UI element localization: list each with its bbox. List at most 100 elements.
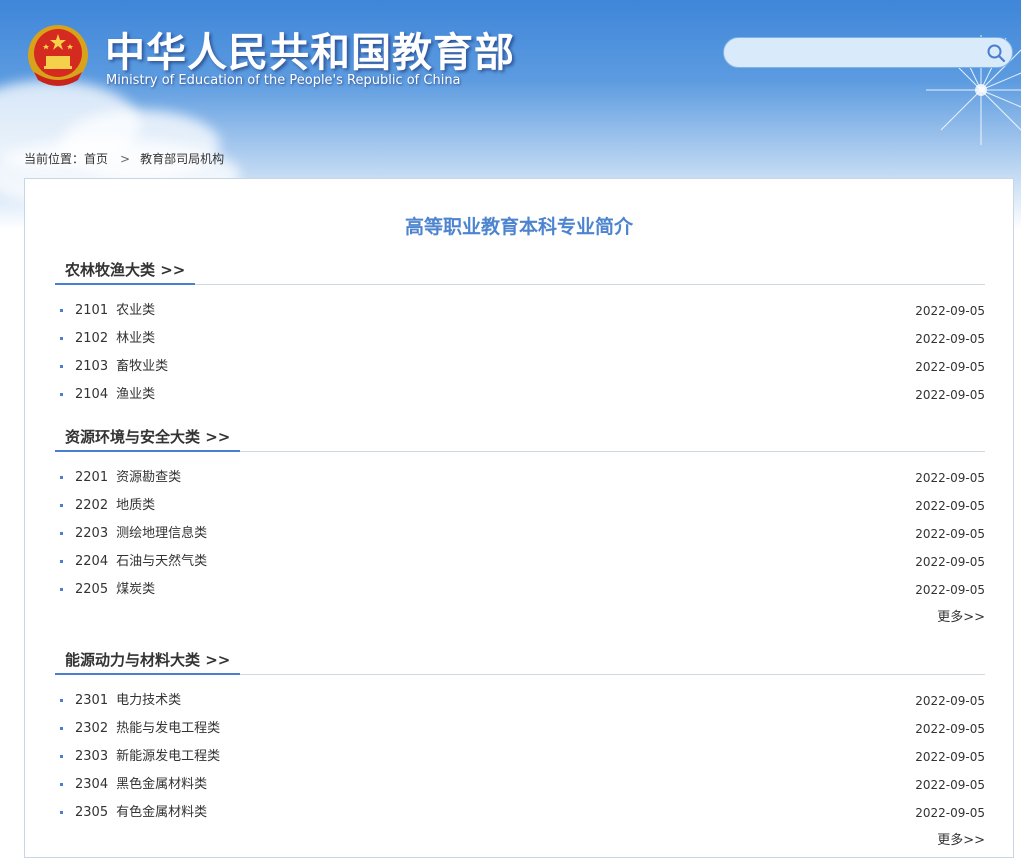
- article-list: 2101 农业类 2022-09-05 2102 林业类 2022-09-05 2103…: [55, 297, 985, 409]
- item-name: 畜牧业类: [116, 359, 169, 374]
- site-title[interactable]: 中华人民共和国教育部: [105, 20, 515, 78]
- breadcrumb-separator: >: [120, 152, 131, 166]
- list-item-link[interactable]: 2301 电力技术类: [75, 693, 181, 708]
- category-section: 能源动力与材料大类 >> 2301 电力技术类 2022-09-05 2302 热能与…: [55, 649, 985, 848]
- article-list: 2201 资源勘查类 2022-09-05 2202 地质类 2022-09-05 22…: [55, 464, 985, 604]
- search-box: [723, 37, 1013, 68]
- list-item-link[interactable]: 2304 黑色金属材料类: [75, 777, 207, 792]
- search-input[interactable]: [736, 43, 980, 64]
- bullet-icon: [60, 560, 63, 563]
- item-name: 有色金属材料类: [116, 805, 208, 820]
- more-link[interactable]: 更多>>: [937, 829, 985, 848]
- item-name: 林业类: [116, 331, 156, 346]
- list-item-link[interactable]: 2101 农业类: [75, 303, 155, 318]
- item-date: 2022-09-05: [915, 722, 985, 736]
- category-section: 农林牧渔大类 >> 2101 农业类 2022-09-05 2102 林业类 2022-…: [55, 259, 985, 409]
- item-code: 2202: [75, 498, 109, 513]
- item-code: 2201: [75, 470, 109, 485]
- item-name: 资源勘查类: [116, 470, 182, 485]
- list-item: 2304 黑色金属材料类 2022-09-05: [55, 771, 985, 799]
- section-title-link[interactable]: 农林牧渔大类 >>: [55, 259, 196, 285]
- item-date: 2022-09-05: [915, 388, 985, 402]
- item-date: 2022-09-05: [915, 527, 985, 541]
- bullet-icon: [60, 727, 63, 730]
- item-code: 2101: [75, 303, 109, 318]
- item-name: 石油与天然气类: [116, 554, 208, 569]
- list-item: 2205 煤炭类 2022-09-05: [55, 576, 985, 604]
- bullet-icon: [60, 337, 63, 340]
- breadcrumb-current-link[interactable]: 教育部司局机构: [140, 152, 224, 166]
- section-title-link[interactable]: 资源环境与安全大类 >>: [55, 426, 241, 452]
- breadcrumb-prefix: 当前位置：: [24, 152, 85, 166]
- item-name: 测绘地理信息类: [116, 526, 208, 541]
- list-item: 2101 农业类 2022-09-05: [55, 297, 985, 325]
- site-subtitle: Ministry of Education of the People's Re…: [106, 73, 461, 88]
- list-item-link[interactable]: 2103 畜牧业类: [75, 359, 168, 374]
- list-item-link[interactable]: 2204 石油与天然气类: [75, 554, 207, 569]
- breadcrumb-home-link[interactable]: 首页: [84, 152, 108, 166]
- item-date: 2022-09-05: [915, 694, 985, 708]
- item-date: 2022-09-05: [915, 304, 985, 318]
- bullet-icon: [60, 811, 63, 814]
- item-date: 2022-09-05: [915, 499, 985, 513]
- item-code: 2303: [75, 749, 109, 764]
- page-title: 高等职业教育本科专业简介: [404, 216, 633, 238]
- category-section: 资源环境与安全大类 >> 2201 资源勘查类 2022-09-05 2202 地质类…: [55, 426, 985, 625]
- list-item: 2301 电力技术类 2022-09-05: [55, 687, 985, 715]
- item-date: 2022-09-05: [915, 750, 985, 764]
- section-title-link[interactable]: 能源动力与材料大类 >>: [55, 649, 241, 675]
- list-item: 2102 林业类 2022-09-05: [55, 325, 985, 353]
- list-item: 2104 渔业类 2022-09-05: [55, 381, 985, 409]
- list-item: 2202 地质类 2022-09-05: [55, 492, 985, 520]
- item-name: 热能与发电工程类: [116, 721, 221, 736]
- list-item-link[interactable]: 2305 有色金属材料类: [75, 805, 207, 820]
- bullet-icon: [60, 532, 63, 535]
- item-date: 2022-09-05: [915, 806, 985, 820]
- content-panel: 高等职业教育本科专业简介 农林牧渔大类 >> 2101 农业类 2022-09-05…: [24, 178, 1014, 858]
- list-item-link[interactable]: 2303 新能源发电工程类: [75, 749, 220, 764]
- list-item-link[interactable]: 2203 测绘地理信息类: [75, 526, 207, 541]
- section-header: 能源动力与材料大类 >>: [55, 649, 985, 675]
- item-name: 地质类: [116, 498, 156, 513]
- item-code: 2203: [75, 526, 109, 541]
- item-code: 2205: [75, 582, 109, 597]
- section-header: 农林牧渔大类 >>: [55, 259, 985, 285]
- list-item: 2204 石油与天然气类 2022-09-05: [55, 548, 985, 576]
- bullet-icon: [60, 783, 63, 786]
- item-date: 2022-09-05: [915, 471, 985, 485]
- article-list: 2301 电力技术类 2022-09-05 2302 热能与发电工程类 2022-09-…: [55, 687, 985, 827]
- item-code: 2204: [75, 554, 109, 569]
- item-date: 2022-09-05: [915, 583, 985, 597]
- list-item: 2302 热能与发电工程类 2022-09-05: [55, 715, 985, 743]
- item-code: 2102: [75, 331, 109, 346]
- search-icon[interactable]: [986, 43, 1006, 63]
- bullet-icon: [60, 755, 63, 758]
- item-code: 2104: [75, 387, 109, 402]
- list-item-link[interactable]: 2302 热能与发电工程类: [75, 721, 220, 736]
- list-item-link[interactable]: 2202 地质类: [75, 498, 155, 513]
- bullet-icon: [60, 309, 63, 312]
- national-emblem-icon: [28, 25, 88, 86]
- bullet-icon: [60, 393, 63, 396]
- item-name: 新能源发电工程类: [116, 749, 221, 764]
- bullet-icon: [60, 699, 63, 702]
- bullet-icon: [60, 504, 63, 507]
- list-item: 2201 资源勘查类 2022-09-05: [55, 464, 985, 492]
- list-item: 2303 新能源发电工程类 2022-09-05: [55, 743, 985, 771]
- item-code: 2305: [75, 805, 109, 820]
- list-item-link[interactable]: 2205 煤炭类: [75, 582, 155, 597]
- item-date: 2022-09-05: [915, 360, 985, 374]
- bullet-icon: [60, 476, 63, 479]
- item-date: 2022-09-05: [915, 555, 985, 569]
- list-item: 2305 有色金属材料类 2022-09-05: [55, 799, 985, 827]
- list-item-link[interactable]: 2102 林业类: [75, 331, 155, 346]
- more-link[interactable]: 更多>>: [937, 606, 985, 625]
- list-item: 2103 畜牧业类 2022-09-05: [55, 353, 985, 381]
- list-item-link[interactable]: 2201 资源勘查类: [75, 470, 181, 485]
- item-name: 农业类: [116, 303, 156, 318]
- item-name: 黑色金属材料类: [116, 777, 208, 792]
- item-code: 2304: [75, 777, 109, 792]
- item-date: 2022-09-05: [915, 332, 985, 346]
- list-item-link[interactable]: 2104 渔业类: [75, 387, 155, 402]
- item-date: 2022-09-05: [915, 778, 985, 792]
